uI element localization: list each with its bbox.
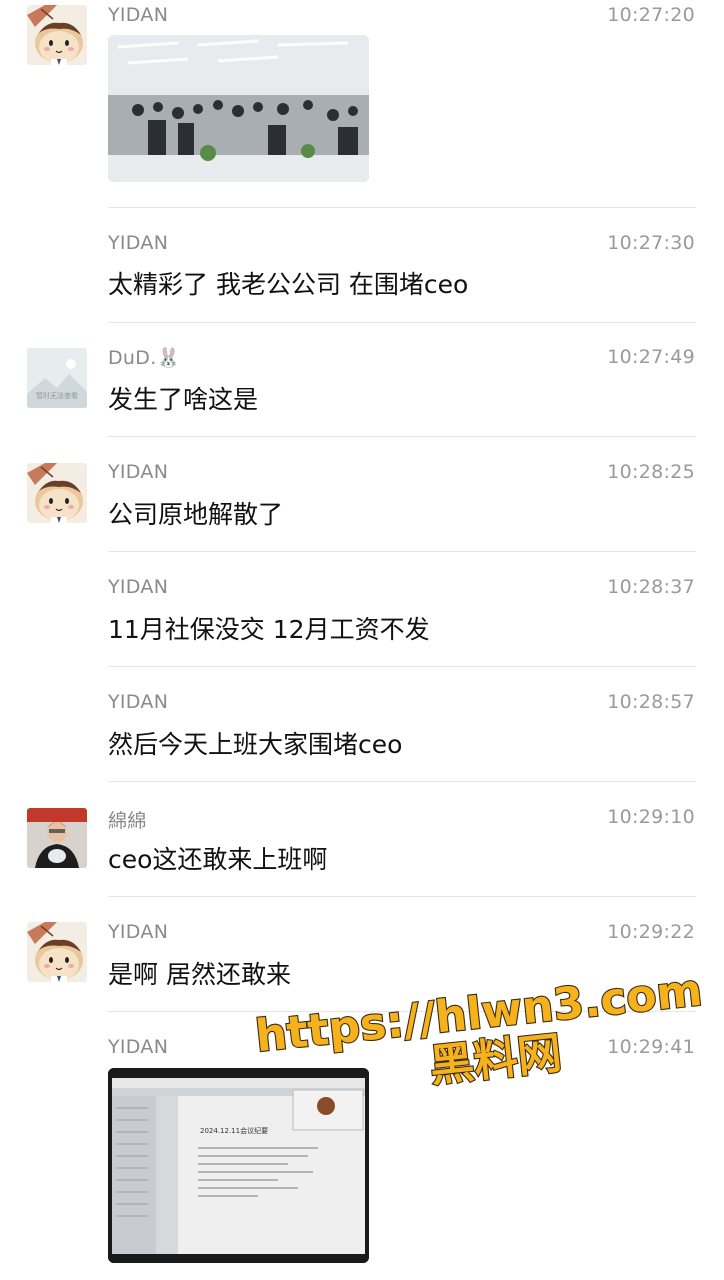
message-text: 然后今天上班大家围堵ceo bbox=[108, 730, 403, 759]
message-text: 发生了啥这是 bbox=[108, 385, 259, 414]
divider bbox=[108, 1011, 696, 1012]
message-time: 10:27:49 bbox=[607, 346, 695, 368]
sender-name: DuD.🐰 bbox=[108, 347, 181, 369]
message-time: 10:27:20 bbox=[607, 4, 695, 26]
message-image[interactable] bbox=[108, 35, 369, 182]
yidan-avatar-icon[interactable] bbox=[27, 922, 87, 982]
message-time: 10:29:41 bbox=[607, 1036, 695, 1058]
divider bbox=[108, 666, 696, 667]
message-time: 10:29:22 bbox=[607, 921, 695, 943]
message-time: 10:28:25 bbox=[607, 461, 695, 483]
message-text: 是啊 居然还敢来 bbox=[108, 960, 291, 989]
message-time: 10:28:37 bbox=[607, 576, 695, 598]
message-time: 10:28:57 bbox=[607, 691, 695, 713]
divider bbox=[108, 322, 696, 323]
message-text: 公司原地解散了 bbox=[108, 500, 284, 529]
mianmian-avatar-icon[interactable] bbox=[27, 808, 87, 868]
image-unavailable-icon[interactable]: 暂时无法查看 bbox=[27, 348, 87, 408]
sender-name: YIDAN bbox=[108, 691, 169, 713]
message-image[interactable]: 2024.12.11会议纪要 bbox=[108, 1068, 369, 1263]
divider bbox=[108, 207, 696, 208]
sender-name: YIDAN bbox=[108, 1036, 169, 1058]
sender-name: 綿綿 bbox=[108, 810, 147, 832]
divider bbox=[108, 436, 696, 437]
sender-name: YIDAN bbox=[108, 4, 169, 26]
sender-name: YIDAN bbox=[108, 576, 169, 598]
divider bbox=[108, 896, 696, 897]
message-text: ceo这还敢来上班啊 bbox=[108, 845, 328, 874]
watermark-site-name: 黑料网 bbox=[427, 1028, 564, 1093]
sender-name: YIDAN bbox=[108, 232, 169, 254]
message-text: 太精彩了 我老公公司 在围堵ceo bbox=[108, 270, 469, 299]
yidan-avatar-icon[interactable] bbox=[27, 5, 87, 65]
image-unavailable-label: 暂时无法查看 bbox=[36, 392, 78, 400]
message-time: 10:27:30 bbox=[607, 232, 695, 254]
message-time: 10:29:10 bbox=[607, 806, 695, 828]
sender-name: YIDAN bbox=[108, 461, 169, 483]
doc-title: 2024.12.11会议纪要 bbox=[200, 1127, 269, 1135]
divider bbox=[108, 551, 696, 552]
message-text: 11月社保没交 12月工资不发 bbox=[108, 615, 430, 644]
yidan-avatar-icon[interactable] bbox=[27, 463, 87, 523]
sender-name: YIDAN bbox=[108, 921, 169, 943]
divider bbox=[108, 781, 696, 782]
